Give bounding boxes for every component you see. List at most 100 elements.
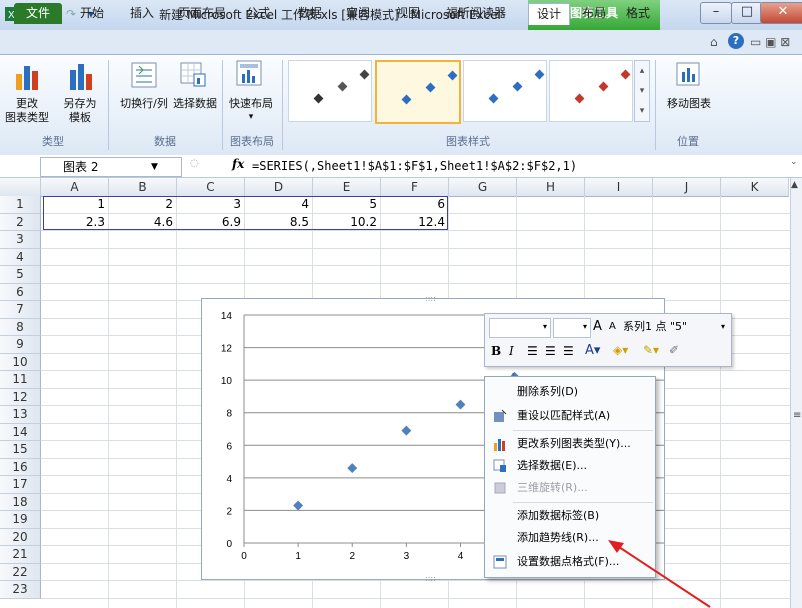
format-painter-icon[interactable]: ✐ — [669, 343, 679, 357]
chart-style-blue-selected[interactable] — [375, 60, 461, 124]
data-point[interactable] — [401, 425, 412, 436]
column-header-C[interactable]: C — [177, 178, 245, 197]
bold-button[interactable]: B — [491, 344, 501, 358]
column-header-G[interactable]: G — [449, 178, 517, 197]
column-header-I[interactable]: I — [585, 178, 653, 197]
column-header-B[interactable]: B — [109, 178, 177, 197]
row-header-16[interactable]: 16 — [0, 458, 41, 476]
quick-layout-dropdown-icon[interactable]: ▾ — [226, 110, 276, 124]
chart-style-scroll[interactable]: ▴ ▾ ▾ — [634, 60, 650, 122]
chart-element-selector[interactable]: 系列1 点 "5" ▾ — [623, 318, 727, 336]
menu-item-reset-style[interactable]: 重设以匹配样式(A) — [485, 405, 655, 427]
select-all-corner[interactable] — [0, 178, 41, 197]
font-color-icon[interactable]: A▾ — [585, 343, 600, 358]
chart-resize-handle-bottom[interactable]: :::: — [425, 574, 436, 583]
row-header-18[interactable]: 18 — [0, 493, 41, 511]
tab-formulas[interactable]: 公式 — [238, 3, 278, 24]
row-header-9[interactable]: 9 — [0, 336, 41, 354]
save-as-template-button[interactable]: 另存为 模板 — [58, 97, 102, 125]
vertical-scrollbar[interactable] — [790, 178, 802, 608]
quick-layout-button[interactable]: 快速布局 — [226, 97, 276, 111]
name-box-dropdown-icon[interactable]: ▼ — [151, 158, 158, 176]
switch-row-column-button[interactable]: 切换行/列 — [114, 97, 174, 111]
row-header-6[interactable]: 6 — [0, 283, 41, 301]
data-point[interactable] — [347, 463, 358, 474]
tab-home[interactable]: 开始 — [72, 3, 112, 24]
scroll-up-icon[interactable]: ▲ — [791, 180, 798, 190]
tab-format[interactable]: 格式 — [618, 3, 658, 24]
tab-view[interactable]: 视图 — [388, 3, 428, 24]
change-chart-type-button[interactable]: 更改 图表类型 — [4, 97, 50, 125]
tab-layout[interactable]: 布局 — [574, 3, 614, 24]
column-header-A[interactable]: A — [41, 178, 109, 197]
menu-item-change-series-chart-type[interactable]: 更改系列图表类型(Y)... — [485, 433, 655, 455]
align-right-icon[interactable]: ☰ — [563, 344, 574, 358]
chart-style-blue-2[interactable] — [463, 60, 547, 122]
data-point[interactable] — [293, 500, 304, 511]
name-box[interactable]: 图表 2 ▼ — [40, 157, 182, 177]
row-header-20[interactable]: 20 — [0, 528, 41, 546]
font-size-box[interactable]: ▾ — [553, 318, 591, 338]
row-header-19[interactable]: 19 — [0, 511, 41, 529]
shrink-font-icon[interactable]: A — [609, 321, 616, 332]
minimize-button[interactable]: – — [700, 2, 732, 24]
row-header-5[interactable]: 5 — [0, 266, 41, 284]
menu-item-select-data[interactable]: 选择数据(E)... — [485, 455, 655, 477]
tab-foxit[interactable]: 福昕阅读器 — [438, 3, 514, 24]
grow-font-icon[interactable]: A — [593, 319, 602, 334]
move-chart-button[interactable]: 移动图表 — [662, 97, 716, 111]
font-name-box[interactable]: ▾ — [489, 318, 551, 338]
window-restore-icon[interactable]: ▭ ▣ ⊠ — [750, 35, 790, 49]
align-left-icon[interactable]: ☰ — [527, 344, 538, 358]
tab-insert[interactable]: 插入 — [122, 3, 162, 24]
close-button[interactable]: ✕ — [760, 2, 802, 24]
row-header-22[interactable]: 22 — [0, 563, 41, 581]
row-header-21[interactable]: 21 — [0, 546, 41, 564]
column-header-J[interactable]: J — [653, 178, 721, 197]
tab-review[interactable]: 审阅 — [338, 3, 378, 24]
ribbon-minimize-icon[interactable]: ⌂ — [710, 35, 718, 49]
row-header-3[interactable]: 3 — [0, 231, 41, 249]
row-header-23[interactable]: 23 — [0, 581, 41, 599]
row-header-10[interactable]: 10 — [0, 353, 41, 371]
maximize-button[interactable]: □ — [731, 2, 763, 24]
insert-function-icon[interactable]: fx — [232, 157, 244, 171]
font-dropdown-icon[interactable]: ▾ — [543, 322, 547, 331]
tab-design[interactable]: 设计 — [528, 3, 571, 25]
formula-input[interactable]: =SERIES(,Sheet1!$A$1:$F$1,Sheet1!$A$2:$F… — [252, 155, 577, 177]
column-header-D[interactable]: D — [245, 178, 313, 197]
chart-resize-handle-top[interactable]: :::: — [425, 294, 436, 303]
row-header-2[interactable]: 2 — [0, 213, 41, 231]
italic-button[interactable]: I — [509, 344, 514, 358]
chart-element-dropdown-icon[interactable]: ▾ — [721, 318, 725, 336]
formula-expand-icon[interactable]: ⌄ — [790, 157, 798, 167]
row-header-12[interactable]: 12 — [0, 388, 41, 406]
row-header-15[interactable]: 15 — [0, 441, 41, 459]
font-size-dropdown-icon[interactable]: ▾ — [583, 322, 587, 331]
data-point[interactable] — [455, 399, 466, 410]
select-data-button[interactable]: 选择数据 — [172, 97, 218, 111]
column-header-H[interactable]: H — [517, 178, 585, 197]
tab-page-layout[interactable]: 页面布局 — [170, 3, 234, 24]
row-header-8[interactable]: 8 — [0, 318, 41, 336]
column-header-E[interactable]: E — [313, 178, 381, 197]
line-color-icon[interactable]: ✎▾ — [643, 343, 659, 357]
row-header-13[interactable]: 13 — [0, 406, 41, 424]
column-header-K[interactable]: K — [721, 178, 789, 197]
column-header-F[interactable]: F — [381, 178, 449, 197]
row-header-4[interactable]: 4 — [0, 248, 41, 266]
chart-style-red[interactable] — [549, 60, 633, 122]
fill-color-icon[interactable]: ◈▾ — [613, 343, 628, 357]
align-center-icon[interactable]: ☰ — [545, 344, 556, 358]
chart-style-gray[interactable] — [288, 60, 372, 122]
tab-file[interactable]: 文件 — [14, 3, 63, 24]
row-header-1[interactable]: 1 — [0, 196, 41, 214]
tab-data[interactable]: 数据 — [290, 3, 330, 24]
menu-item-add-data-labels[interactable]: 添加数据标签(B) — [485, 505, 655, 527]
row-header-11[interactable]: 11 — [0, 371, 41, 389]
split-handle-icon[interactable]: ≡ — [793, 410, 801, 421]
help-icon[interactable]: ? — [728, 33, 744, 49]
row-header-17[interactable]: 17 — [0, 476, 41, 494]
menu-item-delete-series[interactable]: 删除系列(D) — [485, 381, 655, 403]
row-header-14[interactable]: 14 — [0, 423, 41, 441]
